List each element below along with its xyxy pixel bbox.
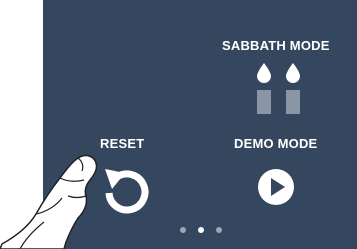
left-candle-flame-icon bbox=[257, 63, 271, 83]
reset-label[interactable]: RESET bbox=[100, 136, 144, 151]
right-candle-body bbox=[286, 90, 300, 114]
page-dot-2-active[interactable] bbox=[198, 227, 204, 233]
demo-mode-label[interactable]: DEMO MODE bbox=[234, 136, 317, 151]
pointing-hand-illustration bbox=[0, 154, 98, 249]
play-icon[interactable] bbox=[251, 162, 301, 212]
page-indicator bbox=[174, 225, 228, 235]
page-dot-3[interactable] bbox=[216, 227, 222, 233]
sabbath-mode-label[interactable]: SABBATH MODE bbox=[222, 38, 330, 53]
candles-icon[interactable] bbox=[250, 62, 306, 114]
right-candle-flame-icon bbox=[286, 63, 300, 83]
page-dot-1[interactable] bbox=[180, 227, 186, 233]
left-candle-body bbox=[257, 90, 271, 114]
